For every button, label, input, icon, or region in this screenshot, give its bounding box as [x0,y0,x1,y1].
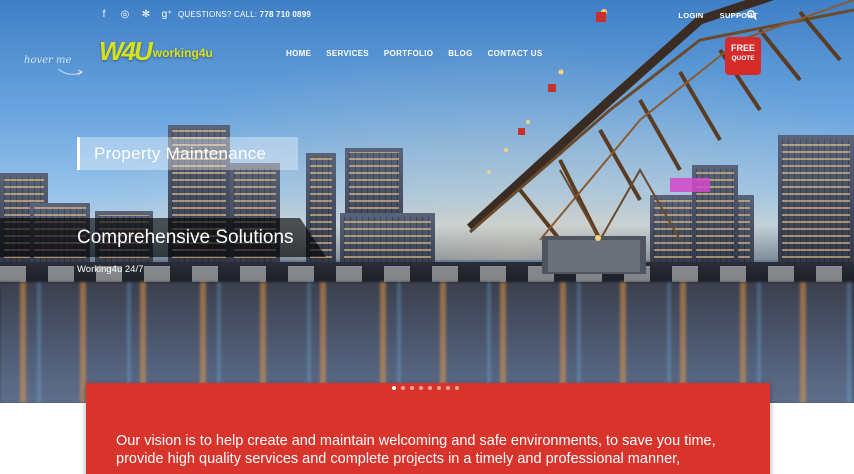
nav-portfolio[interactable]: PORTFOLIO [384,49,433,58]
social-links: f ◎ ✻ g⁺ [98,9,173,20]
free-quote-button[interactable]: FREE QUOTE [725,37,761,75]
magenta-tower-top [670,178,710,192]
slider-pagination [392,386,459,390]
free-quote-line1: FREE [730,43,755,53]
slider-dot[interactable] [437,386,441,390]
yelp-icon[interactable]: ✻ [140,9,152,20]
logo-mark: W4U [99,36,153,66]
phone-number[interactable]: 778 710 0899 [260,10,311,19]
slider-dot[interactable] [410,386,414,390]
nav-services[interactable]: SERVICES [326,49,369,58]
hover-hint: hover me [24,55,72,66]
nav-home[interactable]: HOME [286,49,311,58]
nav-contact-us[interactable]: CONTACT US [488,49,543,58]
vision-banner: Our vision is to help create and maintai… [86,383,770,474]
logo-wordmark: working4u [152,46,213,60]
slider-dot[interactable] [428,386,432,390]
site-logo[interactable]: W4U working4u [99,38,213,64]
call-info: QUESTIONS? CALL: 778 710 0899 [178,10,311,19]
search-icon[interactable] [746,9,758,21]
login-link[interactable]: LOGIN [678,11,703,20]
nav-blog[interactable]: BLOG [448,49,472,58]
slider-dot[interactable] [419,386,423,390]
main-nav: HOME SERVICES PORTFOLIO BLOG CONTACT US [286,49,542,58]
slide-subtitle-box: Comprehensive Solutions [0,218,326,257]
slider-dot[interactable] [446,386,450,390]
free-quote-line2: QUOTE [731,55,755,62]
slide-title-box: Property Maintenance [77,137,298,170]
slider-dot[interactable] [401,386,405,390]
google-plus-icon[interactable]: g⁺ [161,9,173,20]
curved-arrow-icon [57,68,83,76]
instagram-icon[interactable]: ◎ [119,9,131,20]
slider-dot[interactable] [392,386,396,390]
vision-line-2: provide high quality services and comple… [116,451,681,467]
facebook-icon[interactable]: f [98,9,110,20]
slide-tagline: Working4u 24/7 [77,264,144,275]
call-label: QUESTIONS? CALL: [178,10,258,19]
vision-line-1: Our vision is to help create and maintai… [116,433,716,449]
slider-dot[interactable] [455,386,459,390]
slide-subtitle: Comprehensive Solutions [77,226,294,248]
slide-title: Property Maintenance [94,143,267,163]
